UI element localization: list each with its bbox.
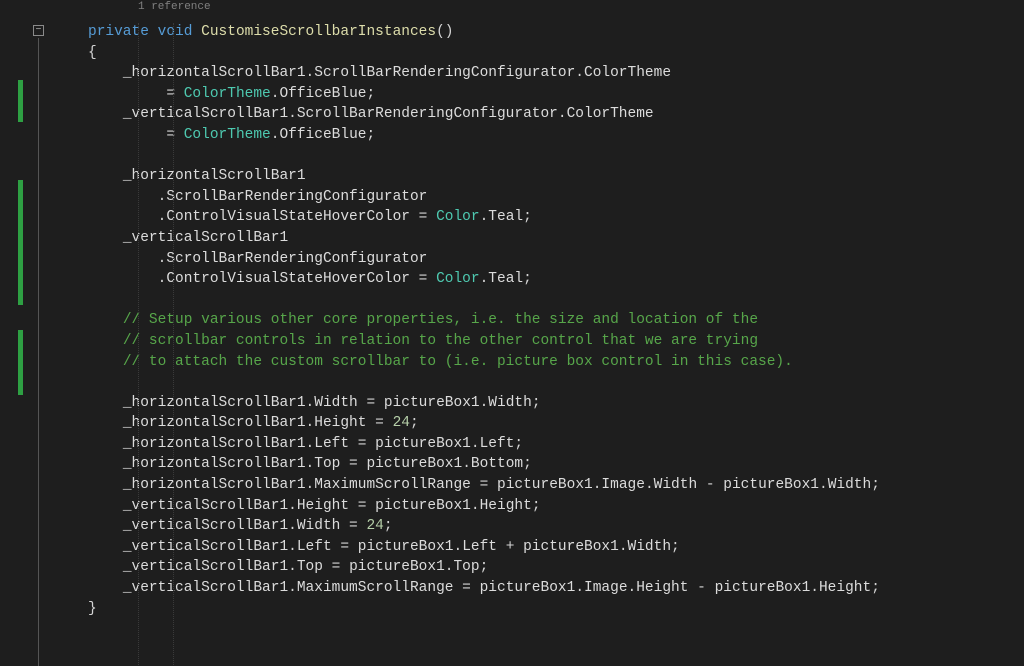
change-marker bbox=[18, 330, 23, 395]
code-area[interactable]: 1 reference private void CustomiseScroll… bbox=[88, 0, 1024, 666]
change-marker bbox=[18, 80, 23, 122]
outline-gutter: − bbox=[26, 0, 88, 666]
change-marker bbox=[18, 180, 23, 305]
fold-toggle[interactable]: − bbox=[33, 25, 44, 36]
code-text[interactable]: private void CustomiseScrollbarInstances… bbox=[88, 22, 1024, 619]
change-marker-margin bbox=[0, 0, 26, 666]
outline-vertical-line bbox=[38, 38, 39, 666]
editor-root: − 1 reference private void CustomiseScro… bbox=[0, 0, 1024, 666]
codelens-references[interactable]: 1 reference bbox=[138, 1, 211, 13]
